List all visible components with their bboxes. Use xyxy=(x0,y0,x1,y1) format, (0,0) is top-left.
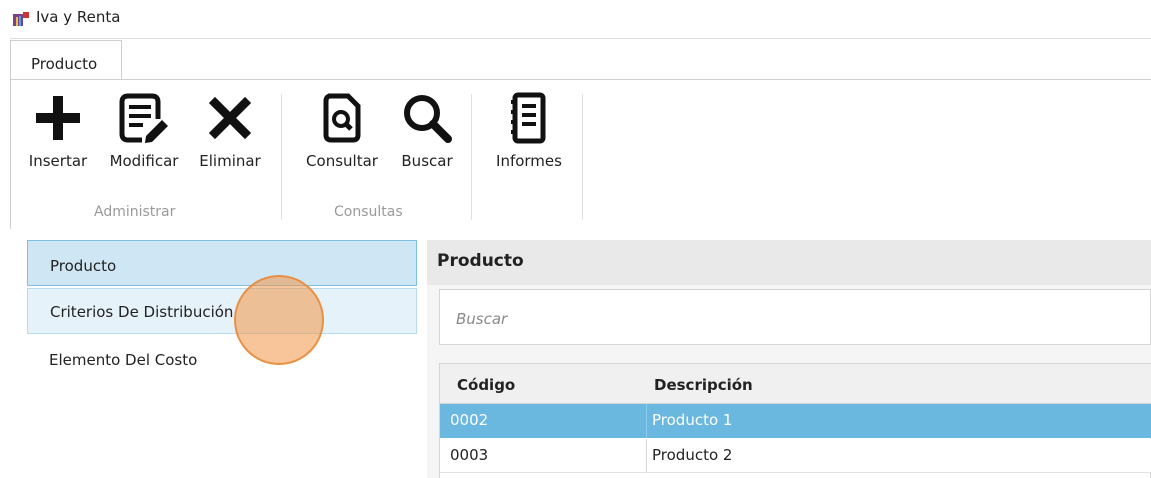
search-button[interactable]: Buscar xyxy=(394,90,460,170)
title-bar: Iva y Renta xyxy=(0,0,1151,36)
nav-item-producto[interactable]: Producto xyxy=(27,240,417,286)
product-grid: Código Descripción 0002 Producto 1 0003 … xyxy=(439,363,1151,478)
panel-title: Producto xyxy=(437,251,524,271)
table-row[interactable]: 0002 Producto 1 xyxy=(440,404,1151,438)
consult-label: Consultar xyxy=(306,152,378,170)
column-header-codigo[interactable]: Código xyxy=(457,376,515,394)
panel-header xyxy=(427,240,1151,285)
consult-button[interactable]: Consultar xyxy=(298,90,386,170)
close-x-icon xyxy=(208,96,252,140)
group-separator xyxy=(471,94,472,220)
reports-button[interactable]: Informes xyxy=(486,90,572,170)
magnifier-icon xyxy=(404,95,452,143)
group-label-administrar: Administrar xyxy=(94,204,176,220)
tab-producto[interactable]: Producto xyxy=(10,40,122,80)
cell-codigo: 0003 xyxy=(450,446,489,464)
column-header-descripcion[interactable]: Descripción xyxy=(654,376,753,394)
edit-document-icon xyxy=(119,93,168,143)
modify-label: Modificar xyxy=(109,152,179,170)
cell-descripcion: Producto 1 xyxy=(652,411,733,429)
cell-descripcion: Producto 2 xyxy=(652,446,733,464)
search-label: Buscar xyxy=(401,152,453,170)
insert-button[interactable]: Insertar xyxy=(20,90,96,170)
tab-label: Producto xyxy=(31,55,98,73)
ribbon-top-divider xyxy=(10,38,1151,39)
group-label-consultas: Consultas xyxy=(334,204,403,220)
search-input[interactable]: Buscar xyxy=(439,289,1151,345)
grid-header: Código Descripción xyxy=(440,364,1151,404)
window-title: Iva y Renta xyxy=(36,8,121,26)
modify-button[interactable]: Modificar xyxy=(100,90,188,170)
nav-item-label: Elemento Del Costo xyxy=(49,351,198,369)
reports-label: Informes xyxy=(496,152,562,170)
group-separator xyxy=(582,94,583,220)
nav-item-elemento-del-costo[interactable]: Elemento Del Costo xyxy=(27,336,417,382)
nav-item-label: Criterios De Distribución xyxy=(50,303,234,321)
nav-item-criterios-de-distribucion[interactable]: Criterios De Distribución xyxy=(27,288,417,334)
nav-item-label: Producto xyxy=(50,257,117,275)
cell-divider xyxy=(646,404,647,438)
plus-icon xyxy=(36,96,80,140)
search-document-icon xyxy=(323,93,361,143)
group-separator xyxy=(281,94,282,220)
delete-label: Eliminar xyxy=(199,152,261,170)
cell-divider xyxy=(646,439,647,473)
cell-codigo: 0002 xyxy=(450,411,489,429)
table-row[interactable]: 0003 Producto 2 xyxy=(440,439,1151,473)
insert-label: Insertar xyxy=(28,152,88,170)
delete-button[interactable]: Eliminar xyxy=(192,90,268,170)
app-icon xyxy=(13,12,29,26)
report-notebook-icon xyxy=(511,92,546,144)
